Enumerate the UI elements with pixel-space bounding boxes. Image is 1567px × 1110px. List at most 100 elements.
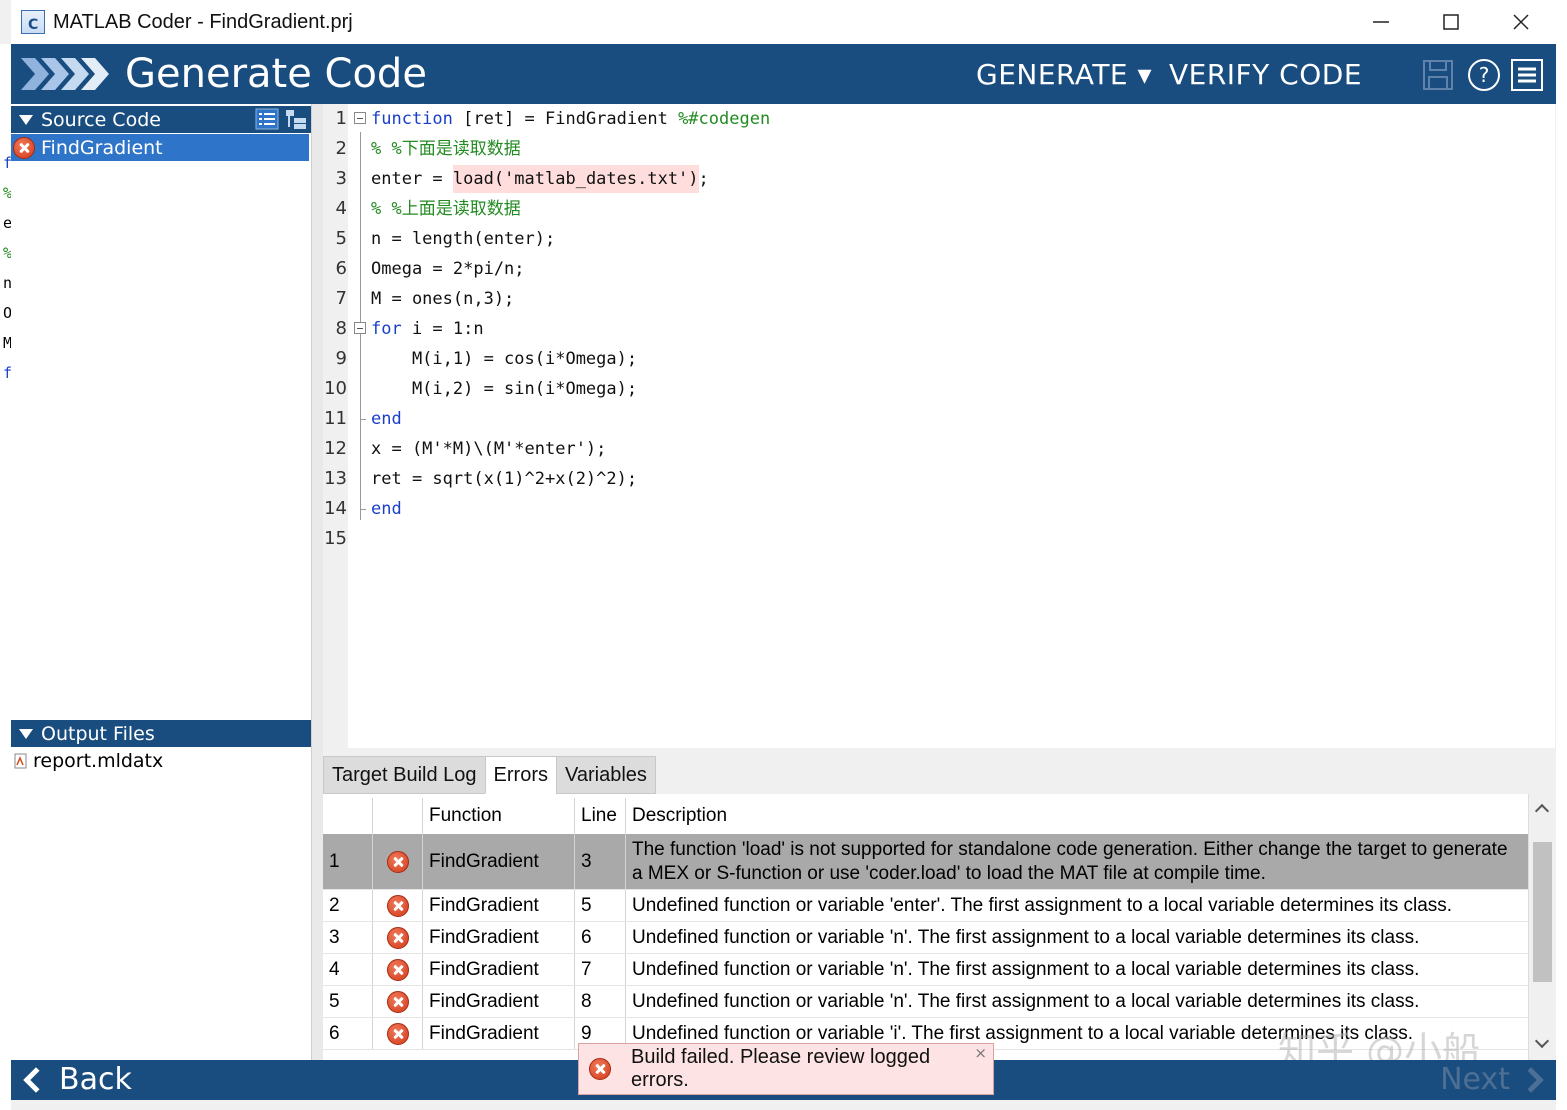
column-header-line[interactable]: Line [575,798,626,834]
fold-end-marker [360,419,366,420]
fold-toggle-icon[interactable] [354,112,366,124]
workflow-header: Generate Code GENERATE ▾ VERIFY CODE ? [11,44,1556,104]
close-icon[interactable]: × [974,1044,987,1062]
next-label: Next [1440,1062,1510,1097]
column-header-description[interactable]: Description [626,798,1528,834]
row-index-text: 4 [329,958,340,980]
verify-code-button[interactable]: VERIFY CODE [1169,58,1362,91]
code-text: Omega = 2*pi/n; [371,254,525,284]
source-file-findgradient[interactable]: FindGradient [11,134,309,161]
error-icon [386,958,409,981]
line-number: 8 [335,318,347,339]
code-text: % %上面是读取数据 [371,194,521,224]
tree-view-icon[interactable] [284,108,308,130]
notification-message: Build failed. Please review logged error… [631,1046,931,1091]
error-icon [386,850,409,873]
code-line[interactable]: 11 end [323,404,1555,434]
row-index: 2 [323,890,373,921]
table-row[interactable]: 1 FindGradient 3 The function 'load' is not… [323,834,1528,890]
row-description-text: Undefined function or variable 'n'. The … [632,990,1420,1012]
scroll-up-icon[interactable] [1534,803,1550,819]
save-icon[interactable] [1421,58,1455,92]
line-number: 13 [324,468,347,489]
column-header-function[interactable]: Function [423,798,575,834]
code-text: n = length(enter); [371,224,555,254]
code-line[interactable]: 3 enter = load('matlab_dates.txt'); [323,164,1555,194]
close-icon[interactable] [1486,0,1556,44]
row-line: 5 [575,890,626,921]
maximize-icon[interactable] [1416,0,1486,44]
code-line[interactable]: 8 for i = 1:n [323,314,1555,344]
code-line[interactable]: 6 Omega = 2*pi/n; [323,254,1555,284]
code-token: M = ones(n,3); [371,289,515,309]
page-title: Generate Code [125,51,427,97]
code-line[interactable]: 9 M(i,1) = cos(i*Omega); [323,344,1555,374]
code-line[interactable]: 2 % %下面是读取数据 [323,134,1555,164]
keyword-token: for [371,319,402,339]
line-number: 4 [335,198,347,219]
row-index-text: 5 [329,990,340,1012]
tab-variables[interactable]: Variables [556,756,656,794]
line-number: 15 [324,528,347,549]
chevron-right-icon [1518,1066,1544,1093]
line-number: 11 [324,408,347,429]
row-status [373,922,423,953]
back-button[interactable]: Back [21,1062,132,1097]
window-bottom-edge [11,1100,1556,1110]
table-header-row: Function Line Description [323,798,1528,834]
tab-target-build-log[interactable]: Target Build Log [323,756,486,794]
code-text: x = (M'*M)\(M'*enter'); [371,434,606,464]
list-view-icon[interactable] [255,108,279,130]
code-line[interactable]: 14 end [323,494,1555,524]
code-text: ret = sqrt(x(1)^2+x(2)^2); [371,464,637,494]
errors-table-scrollbar[interactable] [1528,794,1555,1060]
fold-toggle-icon[interactable] [354,322,366,334]
minimize-icon[interactable] [1346,0,1416,44]
output-file-report[interactable]: report.mldatx [11,747,309,774]
line-number: 10 [324,378,347,399]
code-line[interactable]: 13 ret = sqrt(x(1)^2+x(2)^2); [323,464,1555,494]
background-editor-peek: f % e % n O M f [0,44,11,1110]
generate-button[interactable]: GENERATE ▾ [976,58,1152,91]
keyword-token: end [371,409,402,429]
keyword-token: function [371,109,453,129]
source-code-header[interactable]: Source Code [11,106,311,133]
scroll-down-icon[interactable] [1534,1033,1550,1049]
code-token: n = length(enter); [371,229,556,249]
code-line[interactable]: 12 x = (M'*M)\(M'*enter'); [323,434,1555,464]
row-function: FindGradient [423,890,575,921]
help-icon[interactable]: ? [1467,58,1501,92]
row-status [373,834,423,889]
table-row[interactable]: 3 FindGradient 6 Undefined function or vari… [323,922,1528,954]
files-panel: Source Code FindGradient Output Files re… [11,104,311,1060]
tab-errors[interactable]: Errors [484,756,557,794]
table-row[interactable]: 2 FindGradient 5 Undefined function or vari… [323,890,1528,922]
code-line[interactable]: 4 % %上面是读取数据 [323,194,1555,224]
table-row[interactable]: 4 FindGradient 7 Undefined function or vari… [323,954,1528,986]
row-line: 8 [575,986,626,1017]
window-controls [1346,0,1556,44]
table-row[interactable]: 5 FindGradient 8 Undefined function or vari… [323,986,1528,1018]
menu-icon[interactable] [1510,58,1544,92]
panel-splitter[interactable] [311,104,323,1060]
row-function-text: FindGradient [429,1022,539,1044]
code-token: ; [698,169,709,189]
code-line[interactable]: 7 M = ones(n,3); [323,284,1555,314]
source-file-label: FindGradient [41,136,163,159]
output-files-header[interactable]: Output Files [11,720,311,747]
code-editor[interactable]: 1 function [ret] = FindGradient %#codegen… [323,104,1555,748]
collapse-triangle-icon[interactable] [19,728,33,739]
column-header-icon [373,798,423,834]
row-line-text: 6 [581,926,592,948]
row-index-text: 2 [329,894,340,916]
code-line[interactable]: 15 [323,524,1555,554]
code-line[interactable]: 5 n = length(enter); [323,224,1555,254]
row-description-text: Undefined function or variable 'n'. The … [632,926,1420,948]
error-icon [386,1022,409,1045]
row-line-text: 9 [581,1022,592,1044]
next-button[interactable]: Next [1440,1062,1546,1097]
collapse-triangle-icon[interactable] [19,114,33,125]
code-line[interactable]: 1 function [ret] = FindGradient %#codegen [323,104,1555,134]
scroll-thumb[interactable] [1533,842,1552,982]
code-line[interactable]: 10 M(i,2) = sin(i*Omega); [323,374,1555,404]
